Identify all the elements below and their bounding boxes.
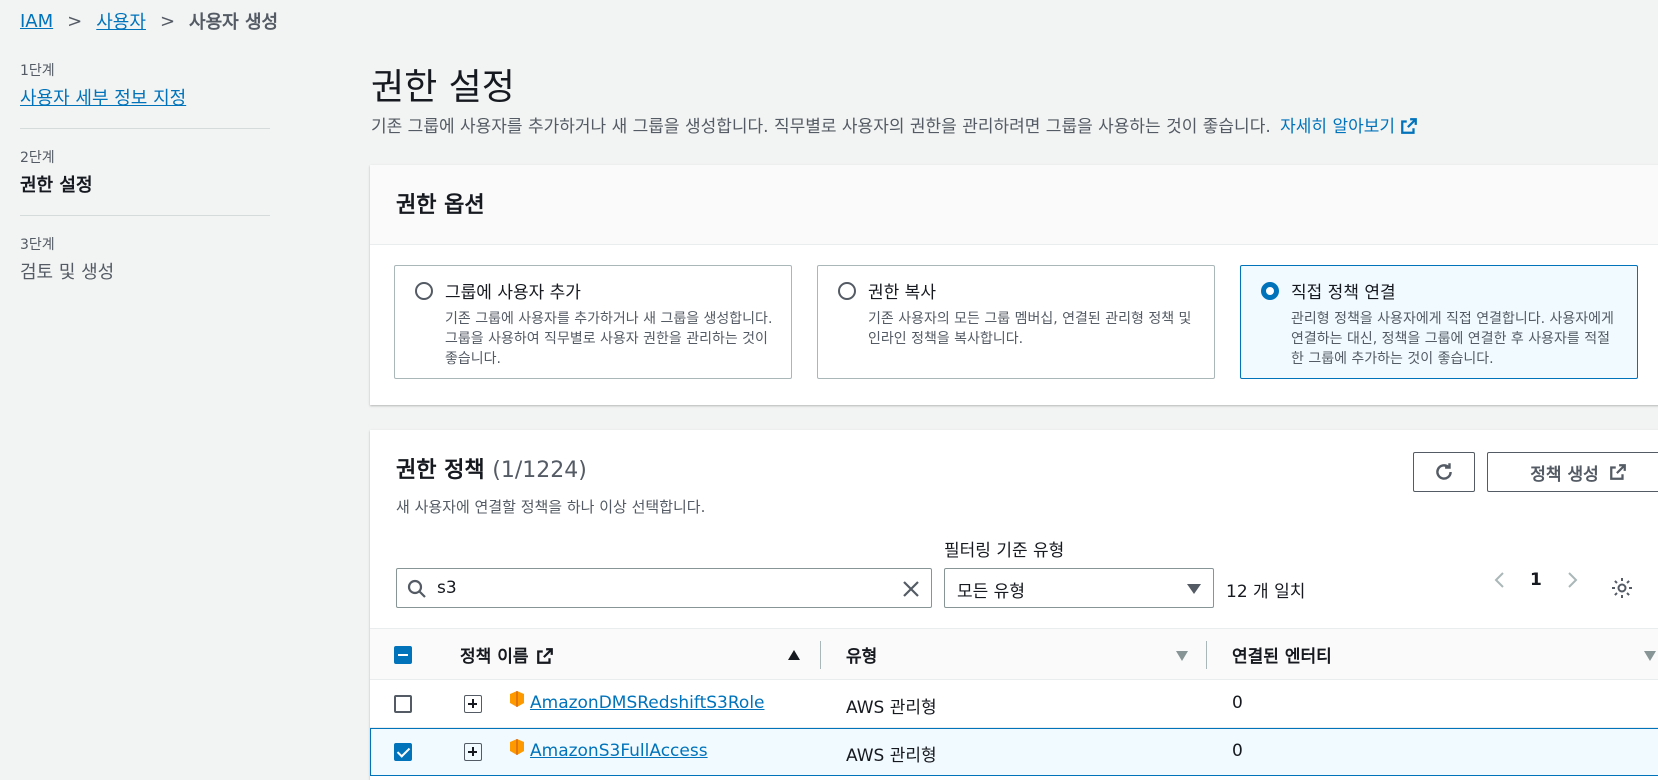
radio-attach-policies[interactable] — [1261, 282, 1279, 300]
select-all-checkbox[interactable] — [394, 646, 412, 664]
step-link-user-details[interactable]: 사용자 세부 정보 지정 — [20, 84, 270, 110]
sort-icon[interactable] — [1176, 651, 1188, 661]
search-icon — [407, 579, 426, 598]
option-title: 직접 정책 연결 — [1291, 283, 1396, 303]
policies-count: (1/1224) — [492, 458, 587, 483]
table-row[interactable]: AmazonS3FullAccess AWS 관리형 0 — [370, 728, 1658, 776]
policies-description: 새 사용자에 연결할 정책을 하나 이상 선택합니다. — [396, 498, 706, 516]
chevron-right-icon: > — [159, 10, 176, 32]
external-link-icon — [1401, 118, 1418, 134]
wizard-steps: 1단계 사용자 세부 정보 지정 2단계 권한 설정 3단계 검토 및 생성 — [20, 60, 270, 320]
external-link-icon — [537, 648, 554, 664]
match-count: 12 개 일치 — [1226, 582, 1306, 602]
step-number: 1단계 — [20, 63, 55, 79]
chevron-right-icon: > — [67, 10, 83, 32]
permission-options-heading: 권한 옵션 — [370, 165, 1658, 245]
policies-heading: 권한 정책 (1/1224) — [396, 452, 587, 484]
step-number: 3단계 — [20, 237, 55, 253]
column-divider — [1206, 641, 1207, 669]
create-policy-button[interactable]: 정책 생성 — [1487, 452, 1658, 492]
step-label-review: 검토 및 생성 — [20, 262, 115, 283]
policy-name-link[interactable]: AmazonS3FullAccess — [530, 741, 708, 761]
option-title: 권한 복사 — [868, 283, 936, 303]
option-attach-policies[interactable]: 직접 정책 연결 관리형 정책을 사용자에게 직접 연결합니다. 사용자에게 연… — [1240, 265, 1638, 379]
column-name-label: 정책 이름 — [460, 647, 529, 667]
option-description: 기존 그룹에 사용자를 추가하거나 새 그룹을 생성합니다. 그룹을 사용하여 … — [445, 311, 773, 367]
chevron-right-icon[interactable] — [1562, 570, 1582, 590]
filter-type-value: 모든 유형 — [957, 582, 1025, 602]
step-3: 3단계 검토 및 생성 — [20, 234, 270, 302]
breadcrumb-current: 사용자 생성 — [189, 12, 279, 33]
policies-title: 권한 정책 — [396, 458, 485, 483]
step-2: 2단계 권한 설정 — [20, 147, 270, 216]
permission-policies-panel: 권한 정책 (1/1224) 새 사용자에 연결할 정책을 하나 이상 선택합니… — [370, 430, 1658, 780]
search-value: s3 — [437, 578, 457, 598]
sort-icon[interactable] — [1644, 651, 1656, 661]
breadcrumb-iam[interactable]: IAM — [20, 11, 53, 32]
page-description: 기존 그룹에 사용자를 추가하거나 새 그룹을 생성합니다. 직무별로 사용자의… — [371, 112, 1418, 137]
refresh-icon — [1436, 463, 1452, 480]
chevron-left-icon[interactable] — [1490, 570, 1510, 590]
option-copy-permissions[interactable]: 권한 복사 기존 사용자의 모든 그룹 멤버십, 연결된 관리형 정책 및 인라… — [817, 265, 1215, 379]
table-header: 정책 이름 유형 연결된 엔터티 — [370, 628, 1658, 680]
expand-icon[interactable] — [464, 743, 482, 761]
option-add-to-group[interactable]: 그룹에 사용자 추가 기존 그룹에 사용자를 추가하거나 새 그룹을 생성합니다… — [394, 265, 792, 379]
attached-entities: 0 — [1232, 693, 1243, 713]
aws-managed-package-icon — [510, 739, 524, 755]
column-header-name[interactable]: 정책 이름 — [460, 642, 554, 667]
breadcrumb: IAM > 사용자 > 사용자 생성 — [20, 8, 278, 34]
clear-icon[interactable] — [901, 579, 921, 599]
step-1: 1단계 사용자 세부 정보 지정 — [20, 60, 270, 129]
pagination: 1 — [1490, 570, 1582, 590]
policy-search-input[interactable]: s3 — [396, 568, 932, 608]
filter-type-label: 필터링 기준 유형 — [944, 541, 1065, 561]
gear-icon[interactable] — [1610, 576, 1634, 600]
aws-managed-package-icon — [510, 691, 524, 707]
page-description-text: 기존 그룹에 사용자를 추가하거나 새 그룹을 생성합니다. 직무별로 사용자의… — [371, 117, 1271, 137]
page-title: 권한 설정 — [371, 67, 515, 108]
radio-add-to-group[interactable] — [415, 282, 433, 300]
option-description: 관리형 정책을 사용자에게 직접 연결합니다. 사용자에게 연결하는 대신, 정… — [1291, 311, 1614, 367]
option-description: 기존 사용자의 모든 그룹 멤버십, 연결된 관리형 정책 및 인라인 정책을 … — [868, 311, 1192, 347]
column-header-type[interactable]: 유형 — [846, 642, 877, 667]
policy-name-link[interactable]: AmazonDMSRedshiftS3Role — [530, 693, 765, 713]
page-number[interactable]: 1 — [1530, 570, 1542, 590]
external-link-icon — [1609, 464, 1626, 480]
permission-options-panel: 권한 옵션 그룹에 사용자 추가 기존 그룹에 사용자를 추가하거나 새 그룹을… — [370, 165, 1658, 405]
sort-ascending-icon[interactable] — [788, 650, 800, 660]
radio-copy-permissions[interactable] — [838, 282, 856, 300]
learn-more-link[interactable]: 자세히 알아보기 — [1280, 117, 1418, 137]
step-number: 2단계 — [20, 150, 55, 166]
column-header-entities[interactable]: 연결된 엔터티 — [1232, 642, 1332, 667]
attached-entities: 0 — [1232, 741, 1243, 761]
filter-type-select[interactable]: 모든 유형 — [944, 568, 1214, 608]
row-checkbox[interactable] — [394, 743, 412, 761]
caret-down-icon — [1187, 584, 1201, 594]
row-checkbox[interactable] — [394, 695, 412, 713]
breadcrumb-users[interactable]: 사용자 — [96, 8, 146, 34]
create-policy-label: 정책 생성 — [1530, 464, 1599, 485]
policy-type: AWS 관리형 — [846, 698, 937, 718]
table-row[interactable]: AmazonDMSRedshiftS3Role AWS 관리형 0 — [370, 680, 1658, 728]
learn-more-label: 자세히 알아보기 — [1280, 117, 1396, 137]
step-label-permissions: 권한 설정 — [20, 175, 93, 196]
refresh-button[interactable] — [1413, 452, 1475, 492]
column-divider — [820, 641, 821, 669]
policy-type: AWS 관리형 — [846, 746, 937, 766]
expand-icon[interactable] — [464, 695, 482, 713]
option-title: 그룹에 사용자 추가 — [445, 283, 581, 303]
